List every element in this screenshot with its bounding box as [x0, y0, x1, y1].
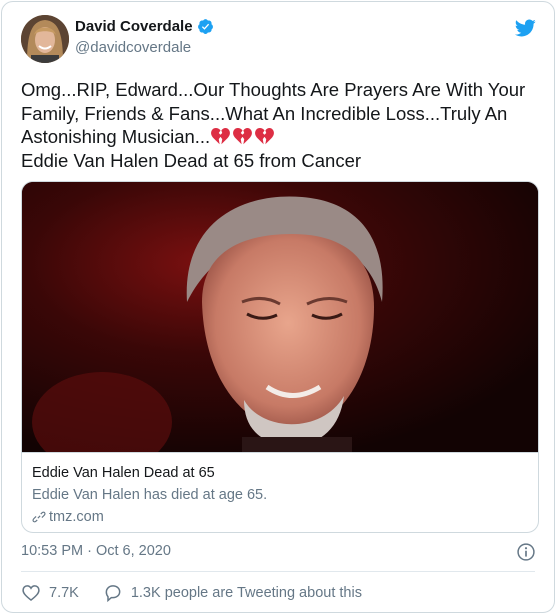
conversation-button[interactable]: 1.3K people are Tweeting about this	[103, 583, 362, 603]
tweet-actions: 7.7K 1.3K people are Tweeting about this	[21, 582, 386, 604]
link-title[interactable]: Eddie Van Halen Dead at 65	[32, 465, 215, 481]
broken-heart-icon	[255, 128, 275, 145]
divider	[21, 571, 535, 572]
link-icon	[32, 511, 46, 523]
comment-bubble-icon	[105, 585, 121, 603]
link-preview-card[interactable]: Eddie Van Halen Dead at 65 Eddie Van Hal…	[21, 181, 539, 533]
info-icon[interactable]	[516, 542, 536, 562]
emoji-group	[210, 127, 275, 146]
link-domain-text: tmz.com	[49, 509, 104, 525]
link-preview-image[interactable]	[22, 182, 538, 472]
link-preview-meta[interactable]: Eddie Van Halen Dead at 65 Eddie Van Hal…	[22, 452, 538, 532]
link-domain[interactable]: tmz.com	[32, 509, 104, 525]
twitter-bird-icon[interactable]	[513, 17, 537, 39]
tweet-text: Omg...RIP, Edward...Our Thoughts Are Pra…	[21, 78, 541, 172]
link-description: Eddie Van Halen has died at age 65.	[32, 487, 268, 503]
like-count: 7.7K	[49, 585, 79, 601]
verified-badge-icon	[197, 19, 213, 34]
tweet-text-body: Omg...RIP, Edward...Our Thoughts Are Pra…	[21, 79, 531, 147]
tweet-timestamp[interactable]: 10:53 PM · Oct 6, 2020	[21, 543, 171, 559]
avatar[interactable]	[21, 15, 69, 63]
broken-heart-icon	[211, 128, 231, 145]
heart-outline-icon	[22, 585, 40, 602]
tweet-text-headline: Eddie Van Halen Dead at 65 from Cancer	[21, 149, 362, 171]
tweet-card: David Coverdale @davidcoverdale Omg...RI…	[1, 1, 555, 613]
author-display-name[interactable]: David Coverdale	[75, 18, 193, 35]
like-button[interactable]: 7.7K	[21, 583, 79, 603]
broken-heart-icon	[233, 128, 253, 145]
conversation-text: 1.3K people are Tweeting about this	[130, 585, 362, 601]
tweet-header: David Coverdale @davidcoverdale	[21, 15, 537, 63]
author-handle[interactable]: @davidcoverdale	[75, 39, 214, 56]
author-names: David Coverdale @davidcoverdale	[75, 18, 214, 56]
